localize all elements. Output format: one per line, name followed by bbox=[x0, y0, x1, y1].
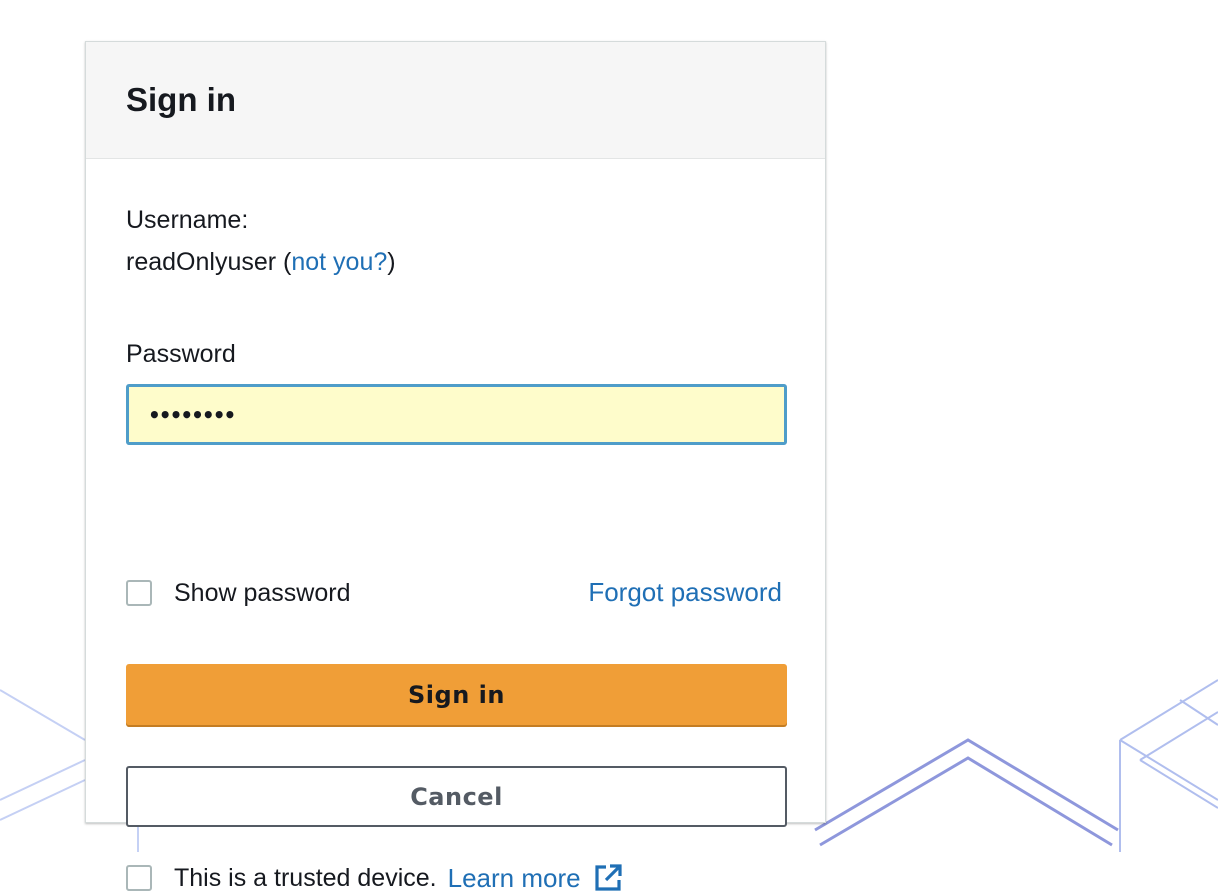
not-you-link[interactable]: not you? bbox=[291, 248, 387, 276]
show-password-label: Show password bbox=[174, 578, 351, 607]
learn-more-link[interactable]: Learn more bbox=[448, 863, 623, 894]
page-title: Sign in bbox=[126, 81, 236, 118]
trusted-device-row: This is a trusted device. Learn more bbox=[126, 861, 623, 895]
username-label: Username: bbox=[126, 206, 249, 234]
sign-in-button[interactable]: Sign in bbox=[126, 664, 787, 725]
paren-close: ) bbox=[387, 248, 396, 276]
username-row: readOnlyuser (not you?) bbox=[126, 246, 396, 278]
password-field[interactable] bbox=[126, 384, 787, 445]
show-password-checkbox[interactable] bbox=[126, 580, 152, 606]
paren-open: ( bbox=[276, 248, 292, 276]
cancel-button[interactable]: Cancel bbox=[126, 766, 787, 827]
show-password-row[interactable]: Show password bbox=[126, 578, 350, 608]
signin-card: Sign in Username: readOnlyuser (not you?… bbox=[85, 41, 826, 893]
username-value: readOnlyuser bbox=[126, 248, 277, 276]
password-label: Password bbox=[126, 340, 236, 368]
trusted-device-label: This is a trusted device. bbox=[174, 863, 437, 892]
forgot-password-link[interactable]: Forgot password bbox=[588, 577, 782, 608]
external-link-icon bbox=[594, 864, 622, 891]
card-header: Sign in bbox=[86, 42, 825, 159]
learn-more-label: Learn more bbox=[447, 862, 581, 893]
trusted-device-checkbox[interactable] bbox=[126, 865, 152, 891]
